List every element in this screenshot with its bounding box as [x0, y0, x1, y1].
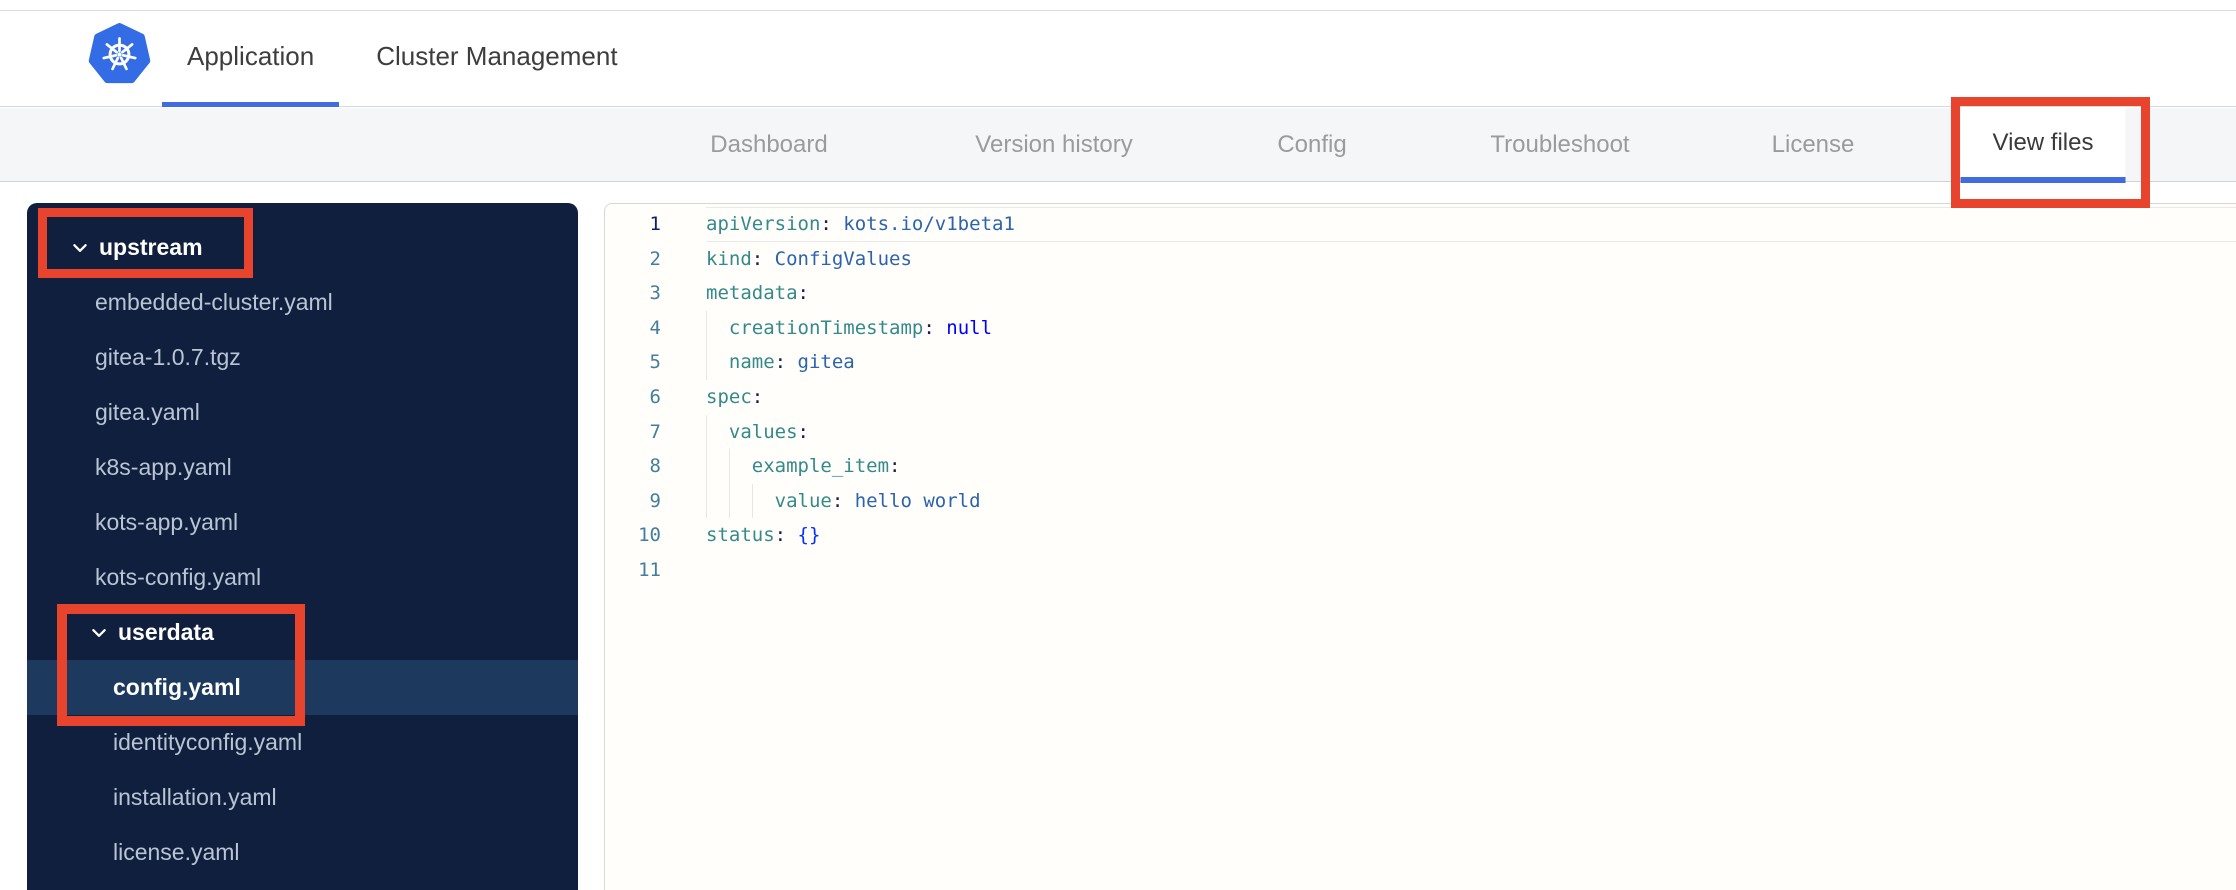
- code-line-5: 5 name: gitea: [605, 345, 2236, 380]
- file-label: license.yaml: [113, 839, 240, 865]
- code-content: kind: ConfigValues: [706, 247, 912, 270]
- tree-file-gitea-1-0-7-tgz[interactable]: gitea-1.0.7.tgz: [27, 330, 578, 385]
- top-tabs: Application Cluster Management: [162, 11, 643, 107]
- subnav-tab-dashboard[interactable]: Dashboard: [678, 108, 859, 182]
- indent-guide: [706, 449, 729, 484]
- chevron-down-icon: [73, 243, 87, 252]
- tab-cluster-management-label: Cluster Management: [376, 41, 618, 71]
- file-label: embedded-cluster.yaml: [95, 289, 333, 315]
- code-line-2: 2 kind: ConfigValues: [605, 242, 2236, 277]
- tab-application[interactable]: Application: [162, 11, 340, 107]
- folder-label: userdata: [118, 619, 214, 645]
- subnav-tab-license[interactable]: License: [1740, 108, 1887, 182]
- code-content: [706, 553, 2236, 588]
- kubernetes-logo-icon: [88, 23, 151, 84]
- indent-guide: [706, 483, 729, 519]
- indent-guide: [728, 483, 752, 519]
- tree-file-identityconfig-yaml[interactable]: identityconfig.yaml: [27, 715, 578, 770]
- subnav-tab-version-history[interactable]: Version history: [943, 108, 1164, 182]
- line-number: 6: [649, 385, 661, 408]
- file-label: identityconfig.yaml: [113, 729, 303, 755]
- code-line-3: 3 metadata:: [605, 276, 2236, 311]
- tab-cluster-management[interactable]: Cluster Management: [351, 11, 642, 107]
- folder-label: upstream: [99, 234, 203, 260]
- file-label: kots-app.yaml: [95, 509, 239, 535]
- subnav-tab-label: Troubleshoot: [1490, 131, 1630, 158]
- code-content: spec:: [706, 385, 764, 408]
- tree-file-kots-app-yaml[interactable]: kots-app.yaml: [27, 495, 578, 550]
- file-label: config.yaml: [113, 674, 241, 700]
- code-line-6: 6 spec:: [605, 380, 2236, 415]
- code-content: creationTimestamp: null: [706, 310, 2236, 346]
- code-content: values:: [706, 414, 2236, 450]
- tree-folder-upstream[interactable]: upstream: [27, 220, 578, 275]
- line-number: 3: [649, 282, 661, 305]
- line-number: 1: [649, 213, 661, 235]
- tree-file-kots-config-yaml[interactable]: kots-config.yaml: [27, 550, 578, 605]
- line-number: 8: [649, 455, 661, 478]
- code-content: metadata:: [706, 282, 809, 305]
- code-line-4: 4 creationTimestamp: null: [605, 310, 2236, 346]
- file-tree-sidebar: upstream embedded-cluster.yaml gitea-1.0.7…: [27, 203, 578, 890]
- code-line-10: 10 status: {}: [605, 518, 2236, 553]
- line-number: 11: [638, 558, 661, 581]
- file-label: kots-config.yaml: [95, 564, 262, 590]
- file-label: gitea.yaml: [95, 399, 200, 425]
- app-subnav: Dashboard Version history Config Troublesho…: [0, 108, 2236, 183]
- tree-file-gitea-yaml[interactable]: gitea.yaml: [27, 385, 578, 440]
- tree-file-k8s-app-yaml[interactable]: k8s-app.yaml: [27, 440, 578, 495]
- line-number: 4: [649, 316, 661, 339]
- subnav-tab-troubleshoot[interactable]: Troubleshoot: [1458, 108, 1661, 182]
- subnav-tab-label: License: [1771, 131, 1855, 158]
- subnav-tab-view-files[interactable]: View files: [1960, 108, 2126, 183]
- code-line-11: 11: [605, 553, 2236, 588]
- code-content: value: hello world: [706, 483, 2236, 519]
- code-content: status: {}: [706, 524, 821, 547]
- indent-guide: [706, 345, 729, 380]
- subnav-tab-config[interactable]: Config: [1245, 108, 1378, 182]
- tree-file-config-yaml[interactable]: config.yaml: [27, 660, 578, 715]
- tree-folder-userdata[interactable]: userdata: [27, 605, 578, 660]
- file-label: gitea-1.0.7.tgz: [95, 344, 241, 370]
- yaml-editor[interactable]: 1 apiVersion: kots.io/v1beta1 2 kind: Confi…: [604, 203, 2236, 890]
- file-label: k8s-app.yaml: [95, 454, 232, 480]
- chevron-down-icon: [92, 628, 106, 637]
- code-content: name: gitea: [706, 345, 2236, 380]
- line-number: 10: [638, 524, 661, 547]
- tree-file-embedded-cluster-yaml[interactable]: embedded-cluster.yaml: [27, 275, 578, 330]
- tree-file-license-yaml[interactable]: license.yaml: [27, 825, 578, 880]
- line-number: 7: [649, 420, 661, 443]
- indent-guide: [728, 449, 752, 484]
- code-line-1: 1 apiVersion: kots.io/v1beta1: [605, 207, 2236, 242]
- code-line-9: 9 value: hello world: [605, 483, 2236, 519]
- indent-guide: [706, 310, 729, 346]
- line-number: 2: [649, 247, 661, 270]
- tree-file-installation-yaml[interactable]: installation.yaml: [27, 770, 578, 825]
- subnav-tab-label: Dashboard: [710, 131, 828, 158]
- line-number: 5: [649, 351, 661, 374]
- line-number: 9: [649, 489, 661, 512]
- subnav-tab-label: Version history: [975, 131, 1133, 158]
- app-header: Application Cluster Management: [0, 0, 2236, 107]
- subnav-tab-label: Config: [1277, 131, 1347, 158]
- code-content: example_item:: [706, 449, 2236, 484]
- indent-guide: [706, 414, 729, 450]
- indent-guide: [751, 483, 775, 519]
- code-line-8: 8 example_item:: [605, 449, 2236, 484]
- code-content: apiVersion: kots.io/v1beta1: [706, 207, 2236, 242]
- tab-application-label: Application: [187, 41, 315, 71]
- code-line-7: 7 values:: [605, 414, 2236, 450]
- file-label: installation.yaml: [113, 784, 277, 810]
- subnav-tab-label: View files: [1992, 128, 2094, 156]
